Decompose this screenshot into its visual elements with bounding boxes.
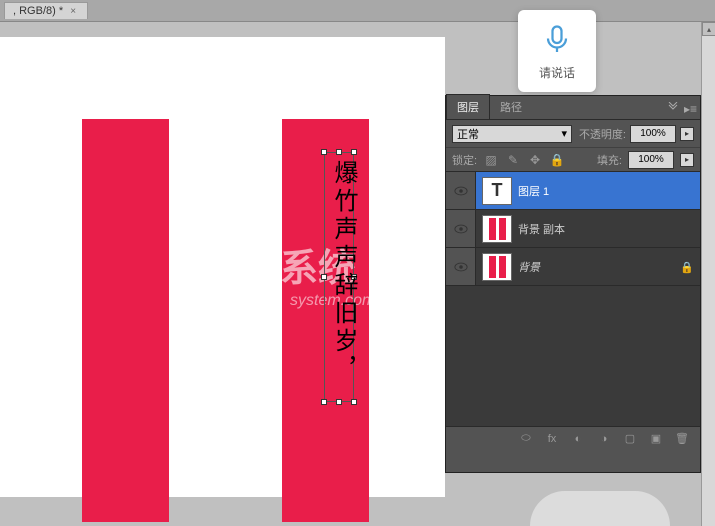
fx-icon[interactable]: fx (544, 431, 560, 447)
new-layer-icon[interactable]: ▣ (648, 431, 664, 447)
tab-close-icon[interactable]: × (67, 5, 79, 17)
opacity-label: 不透明度: (579, 126, 626, 142)
visibility-eye-icon[interactable] (454, 222, 468, 236)
handle-bottom-left[interactable] (321, 399, 327, 405)
handle-bottom-mid[interactable] (336, 399, 342, 405)
layer-row[interactable]: T 图层 1 (446, 172, 700, 210)
layer-empty-area[interactable] (446, 286, 700, 426)
adjustment-icon[interactable]: ◑ (596, 431, 612, 447)
blend-mode-select[interactable]: 正常 ▾ (452, 125, 572, 143)
layer-row[interactable]: 背景 副本 (446, 210, 700, 248)
decorative-blob (530, 491, 670, 526)
layer-thumbnail: T (482, 177, 512, 205)
canvas-background: 系统 system.com 爆竹声声辞旧岁， (0, 37, 445, 497)
vertical-scrollbar[interactable]: ▴ (701, 22, 715, 526)
handle-top-right[interactable] (351, 149, 357, 155)
lock-position-icon[interactable]: ✥ (527, 152, 543, 168)
layer-thumbnail (482, 215, 512, 243)
fill-label: 填充: (597, 152, 622, 168)
panel-collapse-icon[interactable] (668, 102, 678, 112)
tab-paths[interactable]: 路径 (490, 95, 532, 119)
layer-row[interactable]: 背景 🔒 (446, 248, 700, 286)
voice-input-popup[interactable]: 请说话 (518, 10, 596, 92)
panel-menu-icon[interactable]: ▸≡ (684, 102, 694, 112)
vertical-text-content[interactable]: 爆竹声声辞旧岁， (326, 160, 361, 384)
layer-footer: ⬭ fx ◐ ◑ ▢ ▣ 🗑 (446, 426, 700, 450)
layer-name[interactable]: 图层 1 (518, 183, 549, 199)
mask-icon[interactable]: ◐ (570, 431, 586, 447)
blend-mode-value: 正常 (457, 126, 479, 142)
text-transform-box[interactable]: 爆竹声声辞旧岁， (324, 152, 354, 402)
handle-top-mid[interactable] (336, 149, 342, 155)
layer-name[interactable]: 背景 (518, 259, 540, 275)
document-tab-bar: , RGB/8) * × (0, 0, 715, 22)
trash-icon[interactable]: 🗑 (674, 431, 690, 447)
lock-all-icon[interactable]: 🔒 (549, 152, 565, 168)
scroll-up-icon[interactable]: ▴ (702, 22, 715, 36)
blend-opacity-row: 正常 ▾ 不透明度: 100% ▸ (446, 120, 700, 148)
lock-icon: 🔒 (680, 261, 692, 273)
link-layers-icon[interactable]: ⬭ (518, 431, 534, 447)
tab-layers[interactable]: 图层 (446, 94, 490, 119)
canvas-area[interactable]: 系统 system.com 爆竹声声辞旧岁， (0, 22, 445, 526)
group-folder-icon[interactable]: ▢ (622, 431, 638, 447)
handle-top-left[interactable] (321, 149, 327, 155)
layer-thumbnail (482, 253, 512, 281)
tab-title: , RGB/8) * (13, 5, 63, 17)
chevron-down-icon: ▾ (561, 127, 567, 140)
lock-pixels-icon[interactable]: ✎ (505, 152, 521, 168)
layer-list: T 图层 1 背景 副本 背景 🔒 (446, 172, 700, 426)
opacity-input[interactable]: 100% (630, 125, 676, 143)
handle-bottom-right[interactable] (351, 399, 357, 405)
microphone-icon (539, 22, 575, 58)
lock-label: 锁定: (452, 152, 477, 168)
couplet-left-shape (82, 119, 169, 522)
fill-arrow-icon[interactable]: ▸ (680, 153, 694, 167)
opacity-arrow-icon[interactable]: ▸ (680, 127, 694, 141)
visibility-eye-icon[interactable] (454, 184, 468, 198)
layers-panel: 图层 路径 ▸≡ 正常 ▾ 不透明度: 100% ▸ 锁定: ▨ ✎ ✥ 🔒 填… (445, 95, 701, 473)
lock-fill-row: 锁定: ▨ ✎ ✥ 🔒 填充: 100% ▸ (446, 148, 700, 172)
lock-transparent-icon[interactable]: ▨ (483, 152, 499, 168)
panel-tab-bar: 图层 路径 ▸≡ (446, 96, 700, 120)
visibility-eye-icon[interactable] (454, 260, 468, 274)
voice-prompt-text: 请说话 (539, 64, 575, 81)
layer-name[interactable]: 背景 副本 (518, 221, 565, 237)
document-tab[interactable]: , RGB/8) * × (4, 2, 88, 19)
fill-input[interactable]: 100% (628, 151, 674, 169)
